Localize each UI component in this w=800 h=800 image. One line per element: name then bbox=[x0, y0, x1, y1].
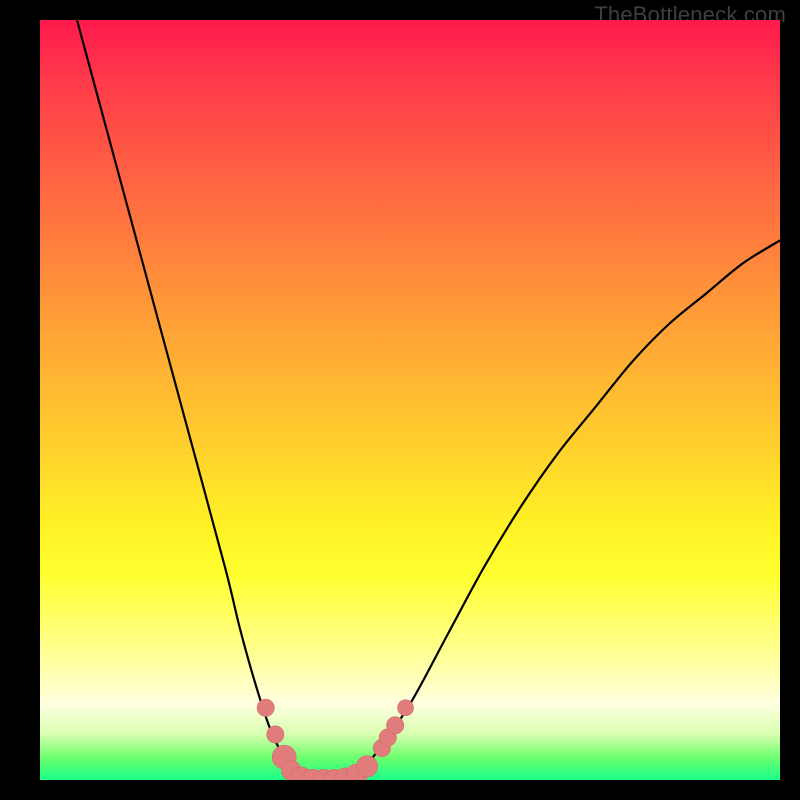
curve-marker bbox=[356, 756, 377, 777]
curve-marker bbox=[387, 717, 404, 734]
curve-markers bbox=[257, 699, 414, 780]
curve-marker bbox=[398, 700, 414, 716]
bottleneck-curve bbox=[77, 20, 780, 780]
curve-marker bbox=[267, 726, 284, 743]
curve-layer bbox=[40, 20, 780, 780]
chart-frame: TheBottleneck.com bbox=[0, 0, 800, 800]
plot-area bbox=[40, 20, 780, 780]
curve-marker bbox=[257, 699, 274, 716]
